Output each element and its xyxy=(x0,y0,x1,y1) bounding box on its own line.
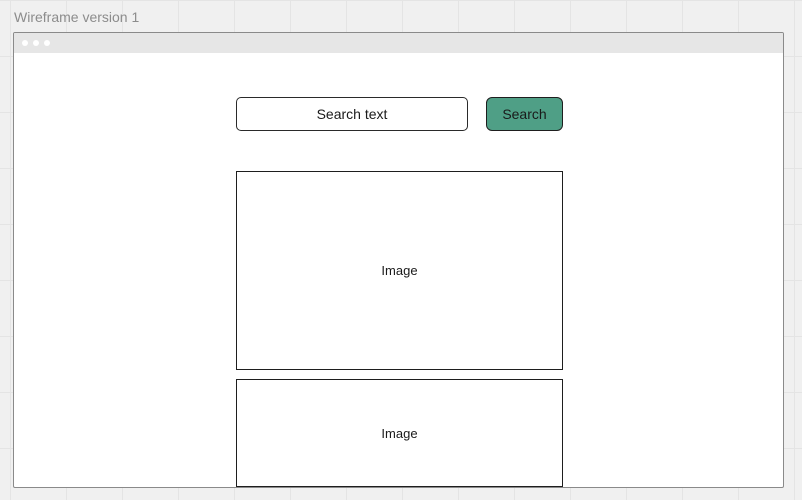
image-placeholder-label: Image xyxy=(381,425,418,441)
window-titlebar xyxy=(14,33,783,53)
browser-window: Search text Search Image Image xyxy=(13,32,784,488)
window-dot-icon xyxy=(44,40,50,46)
image-placeholder: Image xyxy=(236,379,563,487)
image-placeholder: Image xyxy=(236,171,563,370)
search-input[interactable]: Search text xyxy=(236,97,468,131)
window-dot-icon xyxy=(33,40,39,46)
image-placeholder-label: Image xyxy=(381,263,418,278)
frame-title: Wireframe version 1 xyxy=(14,9,140,25)
window-dot-icon xyxy=(22,40,28,46)
search-button-label: Search xyxy=(502,106,547,122)
search-input-text: Search text xyxy=(316,106,388,122)
search-button[interactable]: Search xyxy=(486,97,563,131)
